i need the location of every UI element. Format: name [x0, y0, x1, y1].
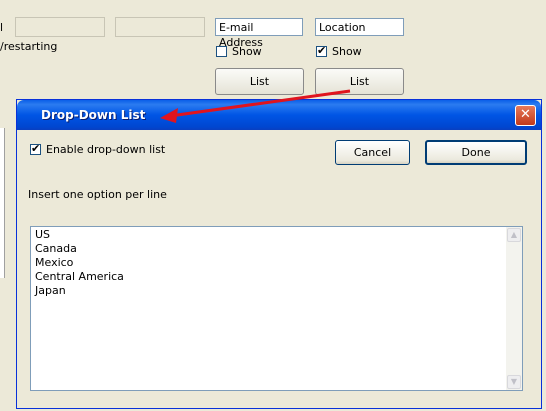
- screen: l E-mail Address Location /restarting Sh…: [0, 0, 546, 411]
- annotation-arrow-icon: [160, 89, 351, 123]
